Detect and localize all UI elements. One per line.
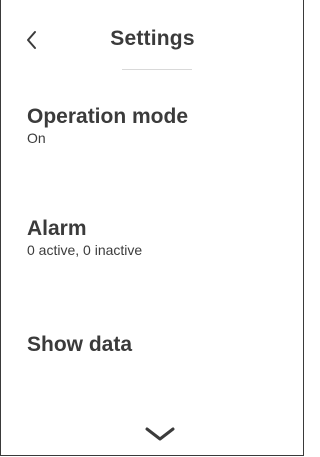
chevron-down-icon [145,427,175,441]
menu-item-operation-mode[interactable]: Operation mode On [27,105,285,147]
header-divider [122,69,192,70]
menu-item-alarm[interactable]: Alarm 0 active, 0 inactive [27,217,285,259]
scroll-down-button[interactable] [143,424,177,444]
page-title: Settings [110,27,195,50]
menu-item-title: Alarm [27,217,87,240]
menu-item-title: Show data [27,333,133,356]
menu-item-value: On [27,130,46,146]
menu-item-value: 0 active, 0 inactive [27,242,143,258]
menu-item-title: Operation mode [27,105,189,128]
menu-item-show-data[interactable]: Show data [27,333,285,357]
